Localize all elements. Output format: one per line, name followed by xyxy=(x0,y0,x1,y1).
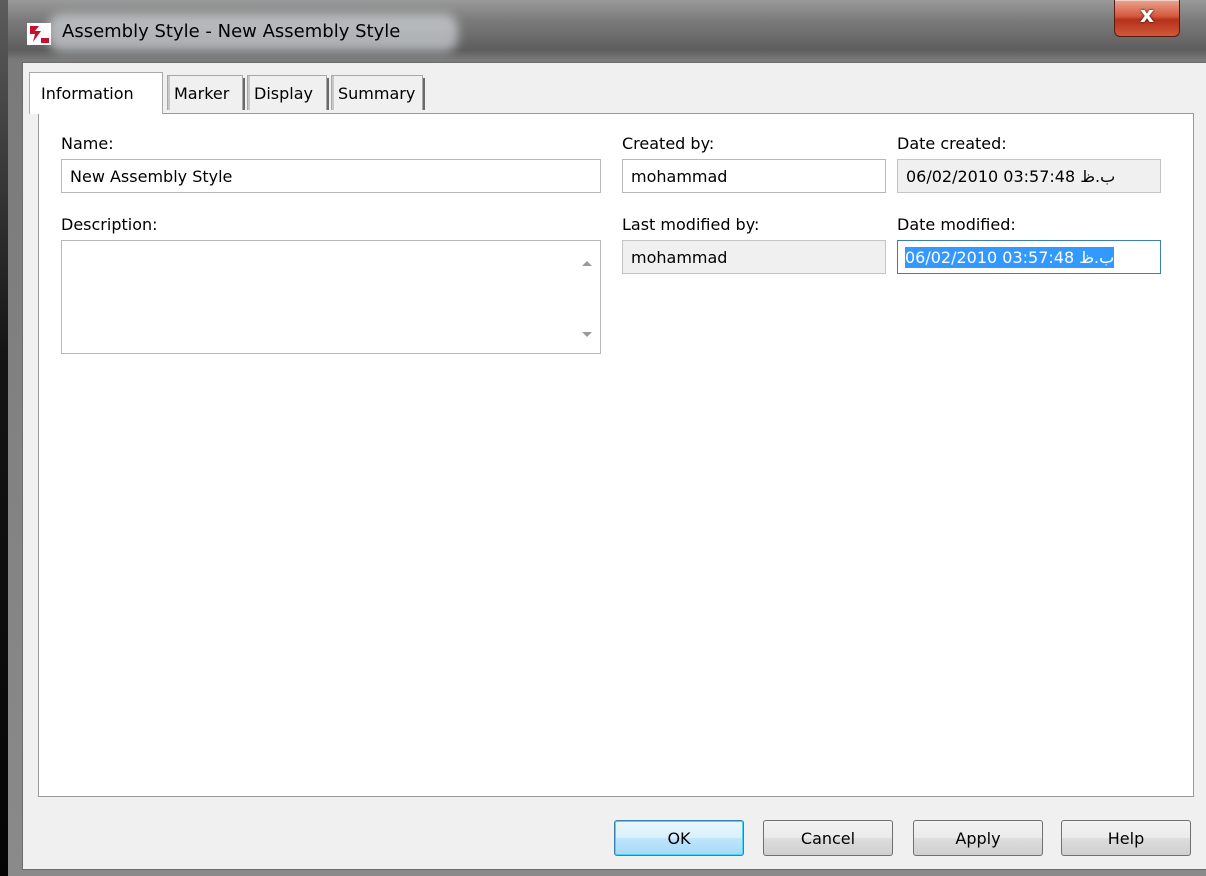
tab-display[interactable]: Display xyxy=(247,75,329,110)
ok-button[interactable]: OK xyxy=(614,820,744,856)
description-textarea[interactable] xyxy=(61,240,601,354)
information-tab-panel: Name: New Assembly Style Description: Cr… xyxy=(38,113,1194,797)
close-icon: x xyxy=(1139,3,1155,28)
tab-marker[interactable]: Marker xyxy=(167,75,245,110)
title-bar[interactable]: Assembly Style - New Assembly Style x xyxy=(8,0,1206,62)
name-field[interactable]: New Assembly Style xyxy=(61,159,601,193)
dialog-client-area: Information Marker Display Summary Name:… xyxy=(22,62,1206,870)
window-title: Assembly Style - New Assembly Style xyxy=(62,21,401,42)
tab-label: Information xyxy=(41,84,134,103)
apply-button[interactable]: Apply xyxy=(913,820,1043,856)
close-button[interactable]: x xyxy=(1114,0,1180,37)
date-created-label: Date created: xyxy=(897,134,1007,153)
last-modified-by-field[interactable]: mohammad xyxy=(622,240,886,274)
date-modified-field[interactable]: 06/02/2010 03:57:48 ب.ظ xyxy=(897,240,1161,274)
tab-summary[interactable]: Summary xyxy=(331,75,425,110)
help-button[interactable]: Help xyxy=(1061,820,1191,856)
scroll-down-icon[interactable] xyxy=(582,332,592,337)
date-created-field[interactable]: 06/02/2010 03:57:48 ب.ظ xyxy=(897,159,1161,193)
scroll-up-icon[interactable] xyxy=(582,261,592,266)
autocad-app-icon[interactable] xyxy=(27,23,51,45)
name-label: Name: xyxy=(61,134,114,153)
desktop-background xyxy=(0,0,8,876)
tab-label: Summary xyxy=(338,83,416,103)
tab-label: Display xyxy=(254,83,313,103)
tab-information[interactable]: Information xyxy=(29,72,163,114)
description-scrollbar[interactable] xyxy=(574,241,600,353)
created-by-field[interactable]: mohammad xyxy=(622,159,886,193)
date-modified-selected-text: 06/02/2010 03:57:48 ب.ظ xyxy=(905,246,1115,268)
dialog-window: Assembly Style - New Assembly Style x In… xyxy=(8,0,1206,876)
tab-label: Marker xyxy=(174,83,230,103)
cancel-button[interactable]: Cancel xyxy=(763,820,893,856)
description-label: Description: xyxy=(61,215,158,234)
last-modified-by-label: Last modified by: xyxy=(622,215,760,234)
created-by-label: Created by: xyxy=(622,134,715,153)
date-modified-label: Date modified: xyxy=(897,215,1016,234)
